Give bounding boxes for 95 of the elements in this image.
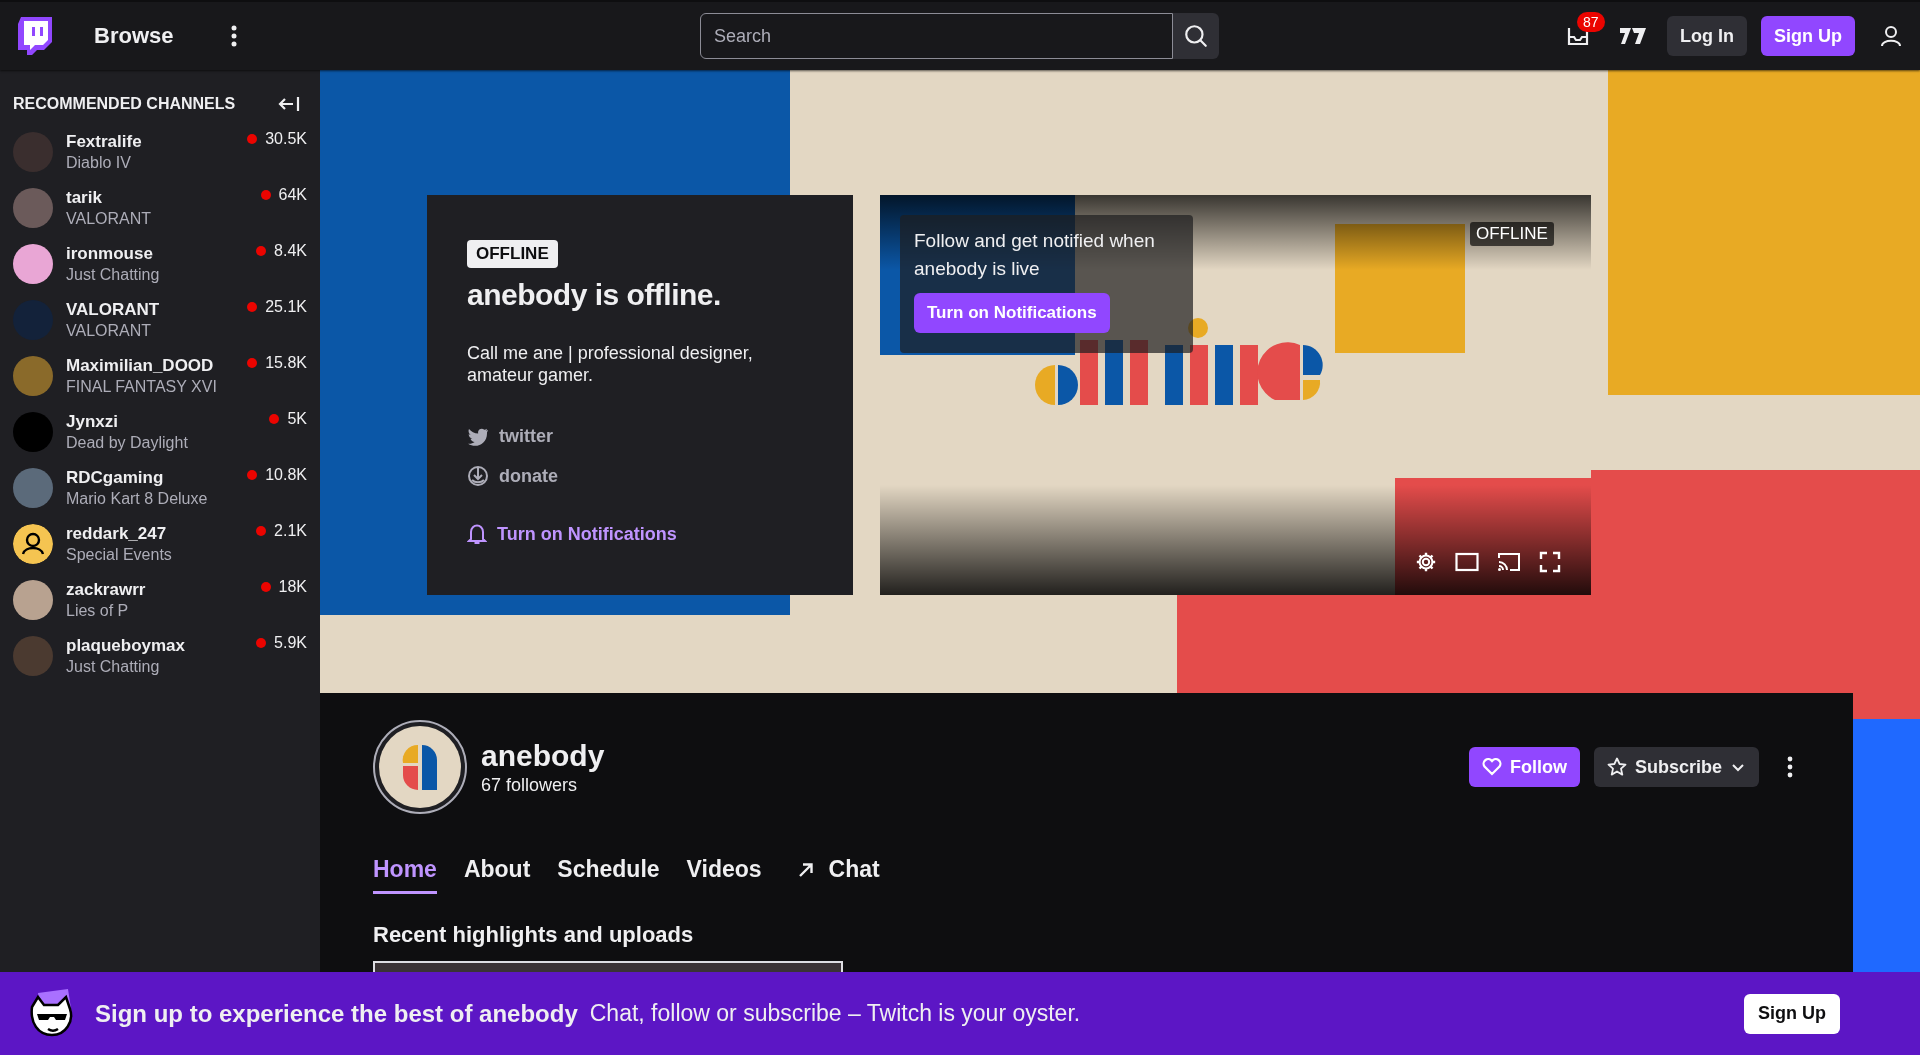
sidebar-title: RECOMMENDED CHANNELS <box>13 95 236 113</box>
channel-name: VALORANT <box>66 299 161 320</box>
channel-category: Special Events <box>66 545 173 565</box>
channel-name: zackrawrr <box>66 579 147 600</box>
viewer-count: 2.1K <box>274 522 307 540</box>
section-title: Recent highlights and uploads <box>373 922 695 948</box>
theatre-mode-icon[interactable] <box>1455 552 1479 572</box>
avatar-photo-placeholder <box>13 244 53 284</box>
bell-icon <box>467 523 487 545</box>
social-link[interactable]: donate <box>467 465 558 487</box>
channel-category: Dead by Daylight <box>66 433 189 453</box>
channel-description: Call me ane | professional designer, amateur gamer. <box>467 342 754 386</box>
offline-badge: OFFLINE <box>467 240 558 268</box>
fullscreen-icon[interactable] <box>1539 551 1561 573</box>
cast-icon[interactable] <box>1497 552 1521 572</box>
viewer-count: 10.8K <box>265 466 307 484</box>
viewer-count: 64K <box>278 186 307 204</box>
notifications-link[interactable]: Turn on Notifications <box>467 523 677 545</box>
collapse-icon[interactable] <box>278 95 300 113</box>
channel-category: VALORANT <box>66 321 153 341</box>
follower-count: 67 followers <box>481 774 579 796</box>
channel-name: ironmouse <box>66 243 154 264</box>
channel-name: Jynxzi <box>66 411 119 432</box>
channel-name: RDCgaming <box>66 467 165 488</box>
user-icon[interactable] <box>1880 25 1902 47</box>
viewer-count: 8.4K <box>274 242 307 260</box>
channel-name: Maximilian_DOOD <box>66 355 215 376</box>
search-button[interactable] <box>1173 13 1219 59</box>
avatar-photo-placeholder <box>13 132 53 172</box>
channel-category: Lies of P <box>66 601 130 621</box>
zigzag-logo-icon[interactable] <box>1619 25 1647 47</box>
channel-tab[interactable]: About <box>463 856 531 894</box>
viewer-count: 15.8K <box>265 354 307 372</box>
viewer-count: 30.5K <box>265 130 307 148</box>
inbox-icon[interactable] <box>1567 26 1589 46</box>
follow-prompt-text: Follow and get notified when anebody is live <box>914 229 1156 281</box>
channel-category: Mario Kart 8 Deluxe <box>66 489 209 509</box>
channel-category: Diablo IV <box>66 153 132 173</box>
search-field[interactable]: Search <box>700 13 1173 59</box>
channel-item[interactable]: tarik VALORANT 64K <box>0 180 320 236</box>
channel-name: plaqueboymax <box>66 635 187 656</box>
channel-tab[interactable]: Home <box>373 856 437 894</box>
avatar-photo-placeholder <box>13 636 53 676</box>
star-icon <box>1606 757 1627 777</box>
avatar-photo-placeholder <box>13 412 53 452</box>
log-in-button[interactable]: Log In <box>1667 16 1747 56</box>
viewer-count: 5.9K <box>274 634 307 652</box>
channel-tab[interactable]: Chat <box>788 856 880 894</box>
sign-up-button[interactable]: Sign Up <box>1761 16 1855 56</box>
search-icon <box>1183 23 1209 49</box>
subscribe-button[interactable]: Subscribe <box>1593 747 1759 787</box>
browse-link[interactable]: Browse <box>94 23 174 49</box>
channel-item[interactable]: plaqueboymax Just Chatting 5.9K <box>0 628 320 684</box>
channel-category: FINAL FANTASY XVI <box>66 377 218 397</box>
viewer-count: 5K <box>287 410 307 428</box>
sign-up-button[interactable]: Sign Up <box>1744 993 1840 1034</box>
avatar-photo-placeholder <box>13 356 53 396</box>
signup-headline: Sign up to experience the best of anebody <box>95 999 578 1028</box>
channel-tab[interactable]: Videos <box>686 856 762 894</box>
channel-item[interactable]: Jynxzi Dead by Daylight 5K <box>0 404 320 460</box>
channel-name: reddark_247 <box>66 523 168 544</box>
channel-item[interactable]: ironmouse Just Chatting 8.4K <box>0 236 320 292</box>
logo-icon[interactable] <box>18 17 52 55</box>
channel-item[interactable]: zackrawrr Lies of P 18K <box>0 572 320 628</box>
avatar-photo-placeholder <box>13 188 53 228</box>
heart-icon <box>1481 758 1502 776</box>
channel-item[interactable]: VALORANT VALORANT 25.1K <box>0 292 320 348</box>
channel-title: anebody <box>481 738 605 773</box>
avatar-photo-placeholder <box>13 468 53 508</box>
offline-badge: OFFLINE <box>1470 222 1554 246</box>
signup-text: Chat, follow or subscribe – Twitch is your oyster. <box>589 1000 1081 1027</box>
offline-title: anebody is offline. <box>467 278 721 312</box>
channel-item[interactable]: RDCgaming Mario Kart 8 Deluxe 10.8K <box>0 460 320 516</box>
default-avatar-icon <box>13 524 53 564</box>
channel-item[interactable]: Fextralife Diablo IV 30.5K <box>0 124 320 180</box>
settings-icon[interactable] <box>1415 551 1437 573</box>
social-link[interactable]: twitter <box>467 426 558 447</box>
coin-icon <box>467 465 489 487</box>
notifications-button[interactable]: Turn on Notifications <box>914 293 1110 333</box>
avatar-photo-placeholder <box>13 580 53 620</box>
channel-name: tarik <box>66 187 103 208</box>
more-icon[interactable] <box>1787 756 1793 778</box>
channel-tab[interactable]: Schedule <box>557 856 660 894</box>
channel-category: VALORANT <box>66 209 153 229</box>
viewer-count: 18K <box>278 578 307 596</box>
channel-item[interactable]: Maximilian_DOOD FINAL FANTASY XVI 15.8K <box>0 348 320 404</box>
notification-count-badge: 87 <box>1577 12 1605 32</box>
channel-item[interactable]: reddark_247 Special Events 2.1K <box>0 516 320 572</box>
channel-name: Fextralife <box>66 131 143 152</box>
channel-category: Just Chatting <box>66 265 161 285</box>
channel-category: Just Chatting <box>66 657 161 677</box>
more-icon[interactable] <box>231 25 238 47</box>
bird-icon <box>467 427 489 446</box>
follow-button[interactable]: Follow <box>1468 747 1580 787</box>
viewer-count: 25.1K <box>265 298 307 316</box>
